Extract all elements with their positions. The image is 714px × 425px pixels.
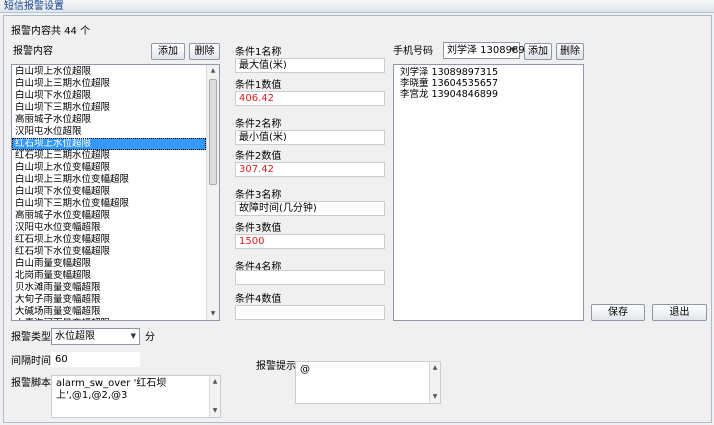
alarm-list-header: 报警内容 [13, 46, 53, 57]
alarm-type-select[interactable]: 水位超限 ▼ [51, 328, 140, 345]
condition1-name-field[interactable]: 最大值(米) [235, 58, 385, 73]
alarm-list-item[interactable]: 红石坝上水位超限 [12, 138, 206, 150]
phone-label: 手机号码 [393, 46, 433, 57]
alarm-list-item[interactable]: 白山坝下水位变幅超限 [12, 186, 206, 198]
condition2-name-field[interactable]: 最小值(米) [235, 130, 385, 145]
save-button[interactable]: 保存 [591, 304, 645, 321]
alarm-list-item[interactable]: 白山坝上三期水位超限 [12, 78, 206, 90]
phone-list-item[interactable]: 李晓童 13604535657 [397, 78, 583, 89]
scroll-down-icon[interactable]: ▼ [207, 308, 219, 320]
alarm-hint-label: 报警提示 [256, 361, 296, 372]
phone-select[interactable]: 刘学泽 13089897 ▼ [443, 42, 531, 59]
alarm-list-item[interactable]: 白山坝下三期水位变幅超限 [12, 198, 206, 210]
alarm-list-item[interactable]: 白山雨量变幅超限 [12, 258, 206, 270]
alarm-count-label: 报警内容共 44 个 [11, 26, 91, 37]
alarm-list-item[interactable]: 红石坝上水位变幅超限 [12, 234, 206, 246]
alarm-list-item[interactable]: 大碱场雨量变幅超限 [12, 306, 206, 318]
interval-field[interactable]: 60 [51, 352, 140, 367]
phone-add-button[interactable]: 添加 [524, 43, 552, 60]
alarm-delete-button[interactable]: 删除 [189, 43, 220, 60]
condition1-value-field[interactable]: 406.42 [235, 91, 385, 106]
alarm-list-item[interactable]: 汉阳屯水位变幅超限 [12, 222, 206, 234]
alarm-list-item[interactable]: 汉阳屯水位超限 [12, 126, 206, 138]
alarm-list-item[interactable]: 北岗雨量变幅超限 [12, 270, 206, 282]
scroll-down-icon[interactable]: ▼ [210, 405, 220, 417]
scroll-up-icon[interactable]: ▲ [210, 376, 220, 388]
alarm-list-item[interactable]: 大青沟河雨量变幅超限 [12, 318, 206, 320]
condition3-name-field[interactable]: 故障时间(几分钟) [235, 201, 385, 216]
scroll-down-icon[interactable]: ▼ [430, 391, 440, 403]
condition2-value-field[interactable]: 307.42 [235, 162, 385, 177]
condition4-name-field[interactable] [235, 270, 385, 285]
alarm-script-label: 报警脚本 [11, 378, 51, 389]
alarm-hint-value: @ [300, 364, 310, 375]
alarm-list-item[interactable]: 红石坝下水位变幅超限 [12, 246, 206, 258]
alarm-list-item[interactable]: 红石坝上三期水位超限 [12, 150, 206, 162]
phone-select-value: 刘学泽 13089897 [447, 45, 532, 56]
chevron-down-icon: ▼ [510, 46, 516, 54]
condition3-value-field[interactable]: 1500 [235, 234, 385, 249]
alarm-list-item[interactable]: 白山坝下三期水位超限 [12, 102, 206, 114]
alarm-list-item[interactable]: 白山坝上水位超限 [12, 66, 206, 78]
phone-list-item[interactable]: 李宫龙 13904846899 [397, 89, 583, 100]
scroll-thumb[interactable] [209, 79, 217, 185]
alarm-items: 白山坝上水位超限 白山坝上三期水位超限 白山坝下水位超限 白山坝下三期水位超限 高丽城子… [12, 66, 206, 320]
phone-list[interactable]: 刘学泽 13089897315 李晓童 13604535657 李宫龙 139048… [393, 64, 584, 321]
phone-list-item[interactable]: 刘学泽 13089897315 [397, 67, 583, 78]
alarm-script-line1: alarm_sw_over '红石坝 [56, 378, 167, 389]
alarm-list-item[interactable]: 高丽城子水位超限 [12, 114, 206, 126]
interval-label: 间隔时间 [11, 356, 51, 367]
hint-scrollbar[interactable]: ▲ ▼ [429, 362, 440, 403]
alarm-list-item[interactable]: 大旬子雨量变幅超限 [12, 294, 206, 306]
alarm-list-item[interactable]: 高丽城子水位变幅超限 [12, 210, 206, 222]
phone-items: 刘学泽 13089897315 李晓童 13604535657 李宫龙 139048… [394, 67, 583, 100]
alarm-list-item[interactable]: 白山坝下水位超限 [12, 90, 206, 102]
window-title-bar: 短信报警设置 [0, 0, 714, 13]
chevron-down-icon: ▼ [130, 332, 136, 340]
alarm-script-field[interactable]: alarm_sw_over '红石坝 上',@1,@2,@3 ▲ ▼ [51, 375, 221, 418]
alarm-type-label: 报警类型 [11, 332, 51, 343]
alarm-script-line2: 上',@1,@2,@3 [56, 390, 128, 401]
exit-button[interactable]: 退出 [652, 304, 707, 321]
alarm-type-value: 水位超限 [55, 331, 95, 342]
scroll-up-icon[interactable]: ▲ [207, 65, 219, 77]
alarm-list-item[interactable]: 白山坝上水位变幅超限 [12, 162, 206, 174]
unit-label: 分 [145, 332, 155, 343]
window-title: 短信报警设置 [4, 1, 64, 12]
alarm-content-list[interactable]: 白山坝上水位超限 白山坝上三期水位超限 白山坝下水位超限 白山坝下三期水位超限 高丽城子… [11, 64, 220, 321]
script-scrollbar[interactable]: ▲ ▼ [209, 376, 220, 417]
alarm-list-item[interactable]: 白山坝上三期水位变幅超限 [12, 174, 206, 186]
condition4-value-field[interactable] [235, 305, 385, 320]
scroll-up-icon[interactable]: ▲ [430, 362, 440, 374]
alarm-list-item[interactable]: 贝水滩雨量变幅超限 [12, 282, 206, 294]
phone-delete-button[interactable]: 删除 [556, 43, 584, 60]
alarm-hint-field[interactable]: @ ▲ ▼ [295, 361, 441, 404]
alarm-list-scrollbar[interactable]: ▲ ▼ [206, 65, 219, 320]
alarm-add-button[interactable]: 添加 [151, 43, 185, 60]
